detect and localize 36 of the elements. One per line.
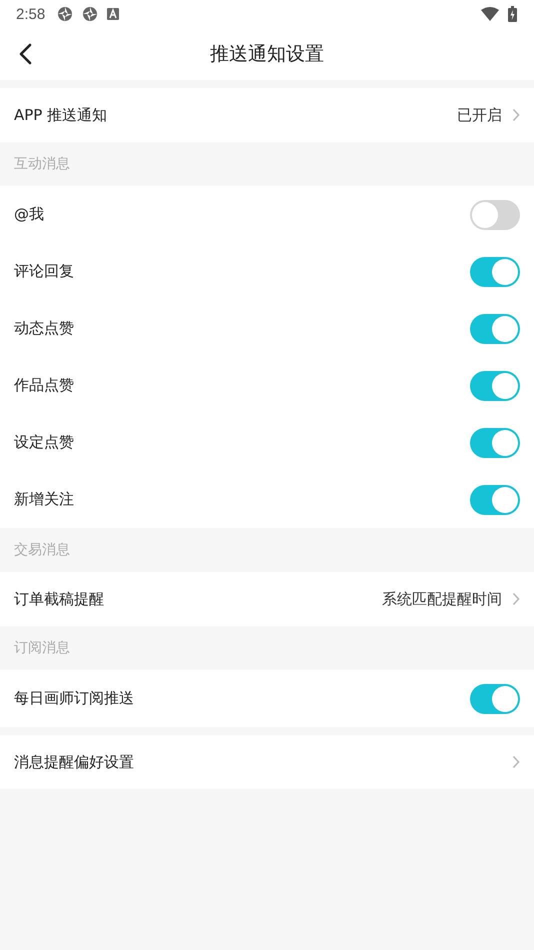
section-header: 订阅消息 [13, 639, 71, 658]
battery-icon [508, 6, 517, 22]
toggle-switch[interactable] [470, 370, 520, 400]
setting-label: 新增关注 [14, 490, 74, 509]
chevron-right-icon [512, 108, 520, 122]
setting-value: 系统匹配提醒时间 [382, 590, 502, 608]
setting-item[interactable]: 订单截稿提醒 系统匹配提醒时间 [0, 572, 534, 626]
setting-label: 每日画师订阅推送 [14, 689, 134, 708]
toggle-switch[interactable] [470, 256, 520, 286]
setting-label: @我 [14, 205, 44, 224]
setting-label: 设定点赞 [14, 433, 74, 452]
toggle-switch[interactable] [470, 314, 520, 344]
toggle-switch[interactable] [470, 684, 520, 714]
chevron-right-icon [512, 755, 520, 769]
setting-label: 订单截稿提醒 [14, 590, 104, 608]
setting-item[interactable]: 消息提醒偏好设置 [0, 735, 534, 789]
notification-icon [57, 6, 74, 22]
setting-item[interactable]: APP 推送通知 已开启 [0, 88, 534, 142]
notification-icon [82, 6, 98, 22]
setting-label: 评论回复 [14, 262, 74, 281]
toggle-switch[interactable] [470, 200, 520, 230]
setting-label: 消息提醒偏好设置 [14, 752, 134, 772]
notification-icon [107, 8, 120, 20]
page-title: 推送通知设置 [210, 42, 324, 67]
back-icon [18, 43, 32, 65]
section-header: 交易消息 [13, 541, 71, 560]
setting-label: 动态点赞 [14, 319, 74, 338]
section-header: 互动消息 [13, 155, 71, 174]
setting-label: APP 推送通知 [14, 106, 108, 124]
toggle-switch[interactable] [470, 484, 520, 514]
chevron-right-icon [512, 592, 520, 606]
status-time: 2:58 [16, 6, 46, 22]
toggle-switch[interactable] [470, 428, 520, 458]
setting-label: 作品点赞 [14, 376, 74, 395]
wifi-icon [481, 7, 499, 21]
setting-value: 已开启 [457, 106, 502, 124]
